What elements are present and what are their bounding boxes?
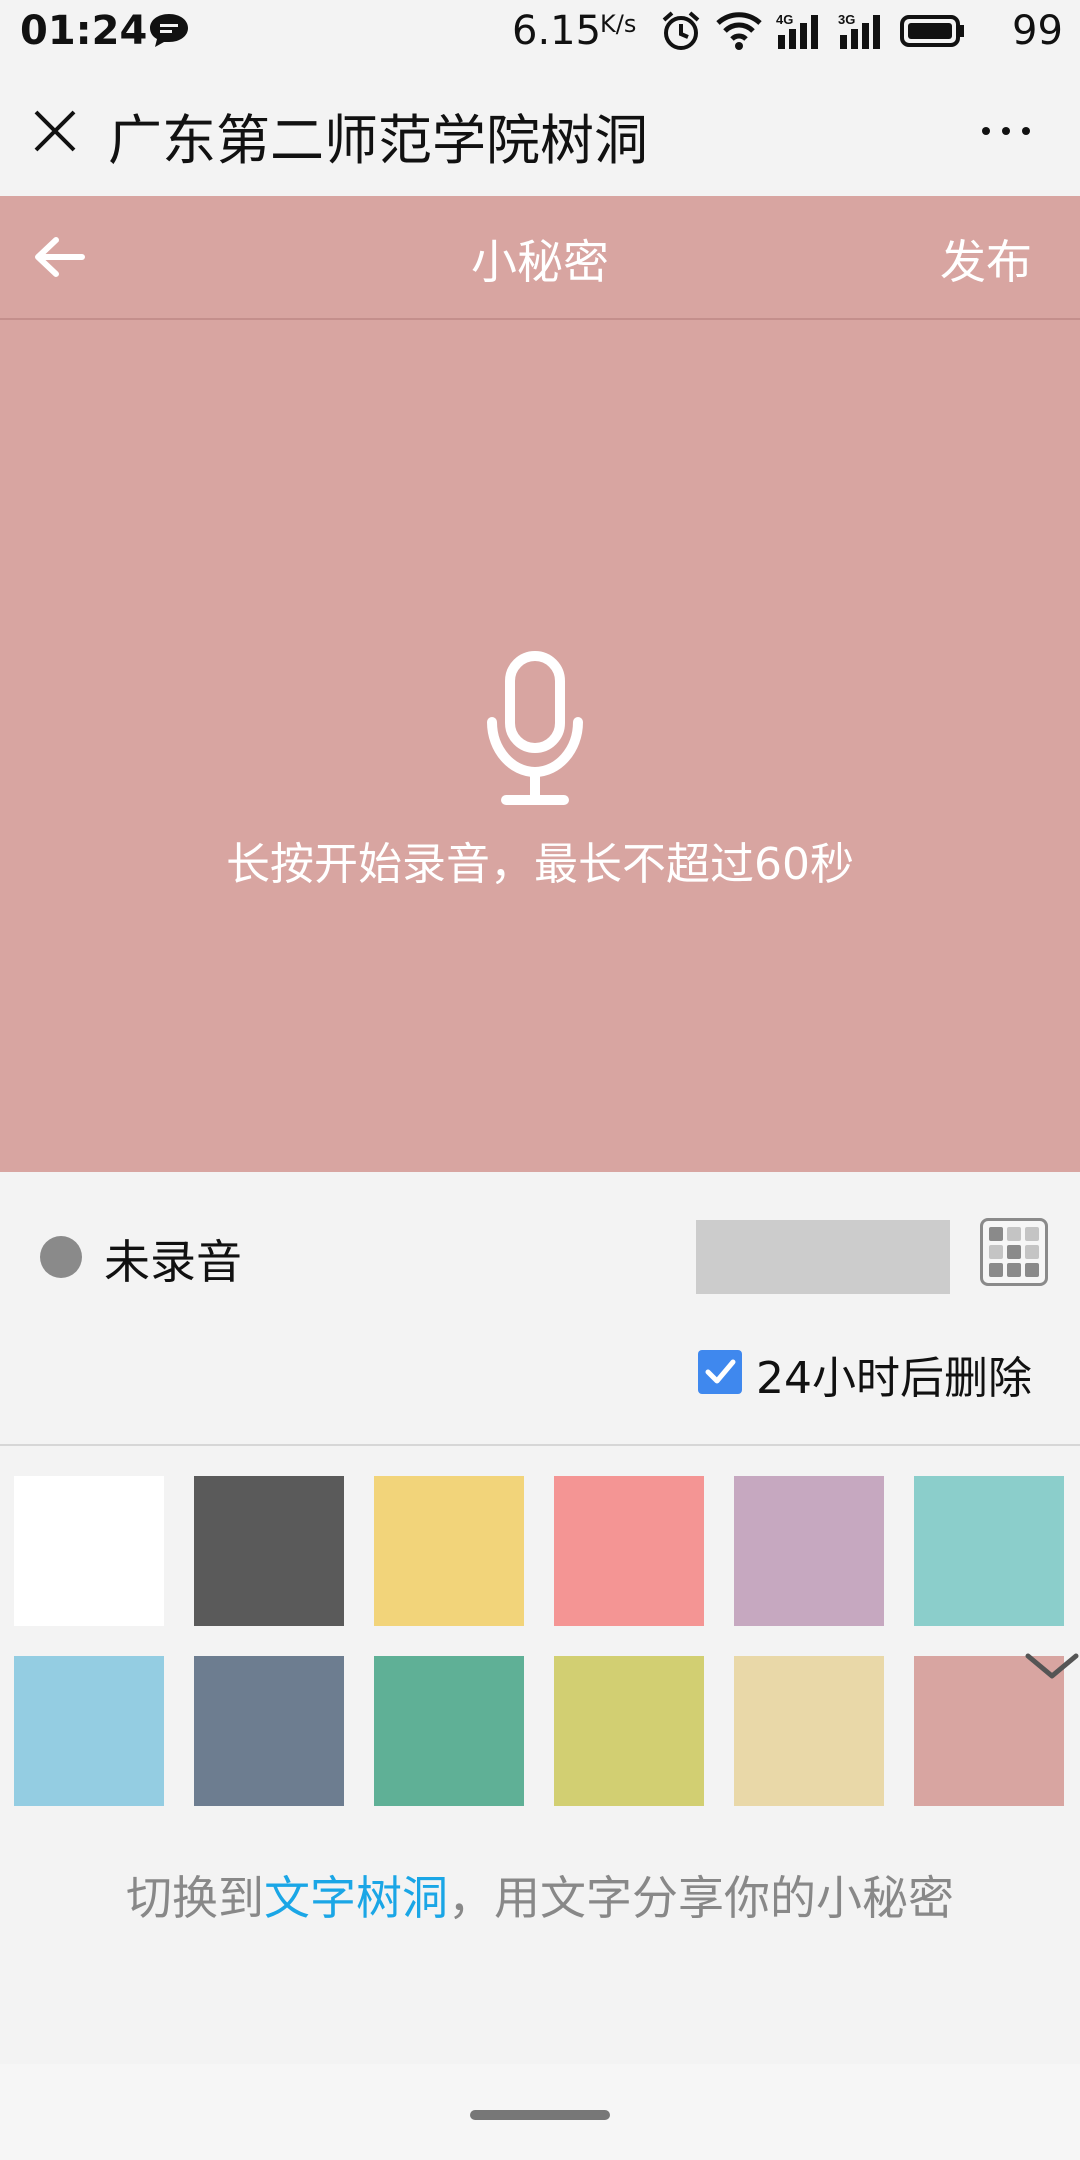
color-swatch[interactable] <box>374 1656 524 1806</box>
page-header: 小秘密 发布 <box>0 196 1080 320</box>
signal-3g-label: 3G <box>838 12 855 27</box>
network-speed: 6.15 <box>512 8 602 54</box>
color-swatch[interactable] <box>554 1656 704 1806</box>
status-dot-icon <box>40 1236 82 1278</box>
message-icon <box>150 14 188 47</box>
signal-4g-icon: 4G <box>776 12 818 49</box>
microphone-icon[interactable] <box>486 650 586 810</box>
record-status: 未录音 <box>104 1235 242 1289</box>
checkmark-icon <box>705 1359 736 1384</box>
status-bar: 01:24 6.15 K/s 4G 3G 99 <box>0 0 1080 66</box>
home-indicator[interactable] <box>470 2110 610 2120</box>
delete-after-24h-label[interactable]: 24小时后删除 <box>756 1342 1032 1406</box>
color-swatch[interactable] <box>14 1656 164 1806</box>
switch-prefix: 切换到 <box>126 1871 264 1925</box>
network-speed-unit: K/s <box>600 10 637 38</box>
status-icons: 4G 3G <box>660 10 966 52</box>
grid-icon <box>989 1227 1039 1277</box>
wifi-icon <box>716 12 762 50</box>
more-icon[interactable] <box>976 106 1036 156</box>
miniprogram-top-bar: 广东第二师范学院树洞 <box>0 66 1080 196</box>
color-swatches <box>0 1446 1080 1836</box>
status-time: 01:24 <box>20 8 148 54</box>
publish-button[interactable]: 发布 <box>940 226 1032 292</box>
grid-button[interactable] <box>980 1218 1048 1286</box>
text-treehole-link[interactable]: 文字树洞 <box>264 1871 448 1925</box>
record-hint: 长按开始录音，最长不超过60秒 <box>226 839 854 890</box>
signal-4g-label: 4G <box>776 12 793 27</box>
audio-progress-bar <box>696 1220 950 1294</box>
switch-suffix: ，用文字分享你的小秘密 <box>448 1871 954 1925</box>
close-icon[interactable] <box>30 106 80 156</box>
delete-after-24h-checkbox[interactable] <box>698 1350 742 1394</box>
color-swatch[interactable] <box>734 1476 884 1626</box>
switch-mode-line: 切换到文字树洞，用文字分享你的小秘密 <box>0 1862 1080 1928</box>
battery-level: 99 <box>1012 8 1063 54</box>
bottom-bar <box>0 2064 1080 2160</box>
color-swatch[interactable] <box>374 1476 524 1626</box>
miniprogram-title: 广东第二师范学院树洞 <box>108 109 648 172</box>
page-title: 小秘密 <box>471 235 609 289</box>
record-area[interactable]: 长按开始录音，最长不超过60秒 <box>0 320 1080 1172</box>
chevron-down-icon[interactable] <box>1024 1646 1080 1686</box>
color-swatch[interactable] <box>554 1476 704 1626</box>
battery-icon <box>900 15 964 47</box>
color-swatch[interactable] <box>14 1476 164 1626</box>
color-swatch[interactable] <box>194 1476 344 1626</box>
color-swatch[interactable] <box>194 1656 344 1806</box>
color-swatch[interactable] <box>914 1476 1064 1626</box>
alarm-icon <box>662 11 700 50</box>
signal-3g-icon: 3G <box>838 12 880 49</box>
record-controls: 未录音 24小时后删除 <box>0 1172 1080 1446</box>
color-swatch[interactable] <box>734 1656 884 1806</box>
